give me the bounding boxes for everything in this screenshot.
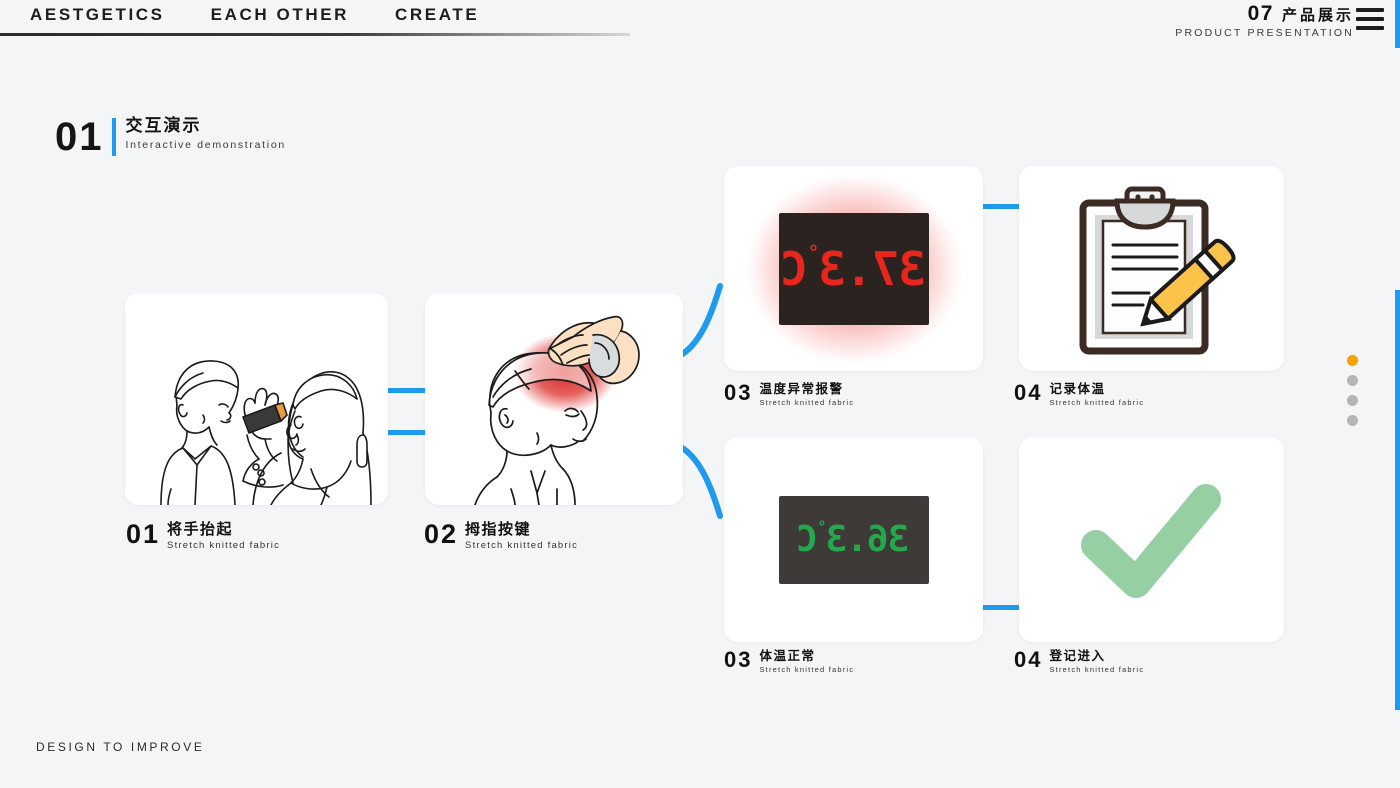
illustration-two-people-thermometer xyxy=(160,360,372,505)
section-title-block: 01 交互演示 Interactive demonstration xyxy=(55,115,286,159)
illustration-hand-on-forehead xyxy=(474,315,640,505)
top-nav: AESTGETICS EACH OTHER CREATE xyxy=(30,5,479,25)
led-display-green: 36.3 ° C xyxy=(724,437,983,642)
hamburger-bar-1 xyxy=(1356,8,1384,12)
curve-branch-down xyxy=(676,443,723,519)
led-unit-green: C xyxy=(797,519,819,560)
degree-symbol-green: ° xyxy=(818,518,827,537)
caption-card-01: 01 将手抬起 Stretch knitted fabric xyxy=(126,519,281,552)
led-panel-red: 37.3 ° C xyxy=(778,212,929,325)
header-section-title-cn: 产品展示 xyxy=(1281,6,1354,24)
card-04-register-entry[interactable] xyxy=(1019,437,1284,642)
caption-number-03-normal: 03 xyxy=(724,647,753,672)
caption-title-cn-04-enter: 登记进入 xyxy=(1049,648,1106,663)
card-04-record-temperature[interactable] xyxy=(1019,166,1284,371)
led-value-green: 36.3 xyxy=(826,519,910,560)
led-display-red: 37.3 ° C xyxy=(724,166,983,371)
nav-item-each-other[interactable]: EACH OTHER xyxy=(211,5,349,25)
hamburger-menu-icon[interactable] xyxy=(1356,8,1384,30)
hamburger-bar-3 xyxy=(1356,26,1384,30)
footer-tagline: DESIGN TO IMPROVE xyxy=(36,740,205,754)
connector-card1-card2-lower xyxy=(386,430,426,435)
caption-title-en-03-normal: Stretch knitted fabric xyxy=(759,665,855,675)
card-01-raise-hand[interactable] xyxy=(125,293,388,505)
caption-card-02: 02 拇指按键 Stretch knitted fabric xyxy=(424,519,579,552)
connector-card3alert-card4record xyxy=(983,204,1021,209)
caption-title-cn-04-record: 记录体温 xyxy=(1049,381,1106,396)
connector-card3normal-card4enter xyxy=(983,605,1021,610)
led-value-red: 37.3 xyxy=(819,241,927,296)
caption-number-02: 02 xyxy=(424,519,459,549)
card-02-thumb-press[interactable] xyxy=(425,293,683,505)
pagination-dot-2[interactable] xyxy=(1347,375,1358,386)
green-checkmark-icon xyxy=(1019,437,1284,642)
pagination-dot-1[interactable] xyxy=(1347,355,1358,366)
caption-title-en-04-enter: Stretch knitted fabric xyxy=(1049,665,1145,675)
caption-title-en-01: Stretch knitted fabric xyxy=(167,540,281,552)
caption-title-cn-03-normal: 体温正常 xyxy=(759,648,816,663)
caption-title-cn-01: 将手抬起 xyxy=(167,520,234,538)
led-panel-green: 36.3 ° C xyxy=(778,495,929,584)
caption-number-04-enter: 04 xyxy=(1014,647,1043,672)
caption-title-en-03-alert: Stretch knitted fabric xyxy=(759,398,855,408)
slide-header: AESTGETICS EACH OTHER CREATE 07 产品展示 PRO… xyxy=(0,0,1400,48)
right-edge-accent-top xyxy=(1395,0,1400,48)
section-title-en: Interactive demonstration xyxy=(125,139,286,151)
curve-branch-up xyxy=(676,283,723,359)
pagination-dot-3[interactable] xyxy=(1347,395,1358,406)
caption-number-04-record: 04 xyxy=(1014,380,1043,405)
section-title-cn: 交互演示 xyxy=(125,116,202,136)
card-03-temperature-normal[interactable]: 36.3 ° C xyxy=(724,437,983,642)
caption-card-03-alert: 03 温度异常报警 Stretch knitted fabric xyxy=(724,380,855,408)
led-reading-red: 37.3 ° C xyxy=(780,241,927,296)
header-section-title-en: PRODUCT PRESENTATION xyxy=(1175,27,1354,39)
caption-title-en-02: Stretch knitted fabric xyxy=(465,540,579,552)
section-number: 01 xyxy=(55,115,104,159)
section-accent-bar xyxy=(111,118,116,156)
caption-title-cn-02: 拇指按键 xyxy=(465,520,532,538)
degree-symbol-red: ° xyxy=(808,241,820,265)
led-unit-red: C xyxy=(780,241,808,296)
header-section-number: 07 xyxy=(1247,2,1274,25)
nav-item-create[interactable]: CREATE xyxy=(395,5,479,25)
caption-card-03-normal: 03 体温正常 Stretch knitted fabric xyxy=(724,647,855,675)
hamburger-bar-2 xyxy=(1356,17,1384,21)
pagination-dots[interactable] xyxy=(1347,355,1358,426)
pagination-dot-4[interactable] xyxy=(1347,415,1358,426)
caption-card-04-record: 04 记录体温 Stretch knitted fabric xyxy=(1014,380,1145,408)
nav-item-aestgetics[interactable]: AESTGETICS xyxy=(30,5,165,25)
card-03-temperature-alert[interactable]: 37.3 ° C xyxy=(724,166,983,371)
caption-card-04-enter: 04 登记进入 Stretch knitted fabric xyxy=(1014,647,1145,675)
slide-canvas: AESTGETICS EACH OTHER CREATE 07 产品展示 PRO… xyxy=(0,0,1400,788)
led-reading-green: 36.3 ° C xyxy=(797,518,910,560)
caption-title-cn-03-alert: 温度异常报警 xyxy=(759,381,844,396)
caption-title-en-04-record: Stretch knitted fabric xyxy=(1049,398,1145,408)
clipboard-pencil-icon xyxy=(1019,166,1284,371)
header-section-label: 07 产品展示 PRODUCT PRESENTATION xyxy=(1175,2,1354,39)
caption-number-03-alert: 03 xyxy=(724,380,753,405)
connector-card1-card2-upper xyxy=(386,388,426,393)
right-edge-accent-mid xyxy=(1395,290,1400,710)
header-divider-rule xyxy=(0,33,630,36)
caption-number-01: 01 xyxy=(126,519,161,549)
